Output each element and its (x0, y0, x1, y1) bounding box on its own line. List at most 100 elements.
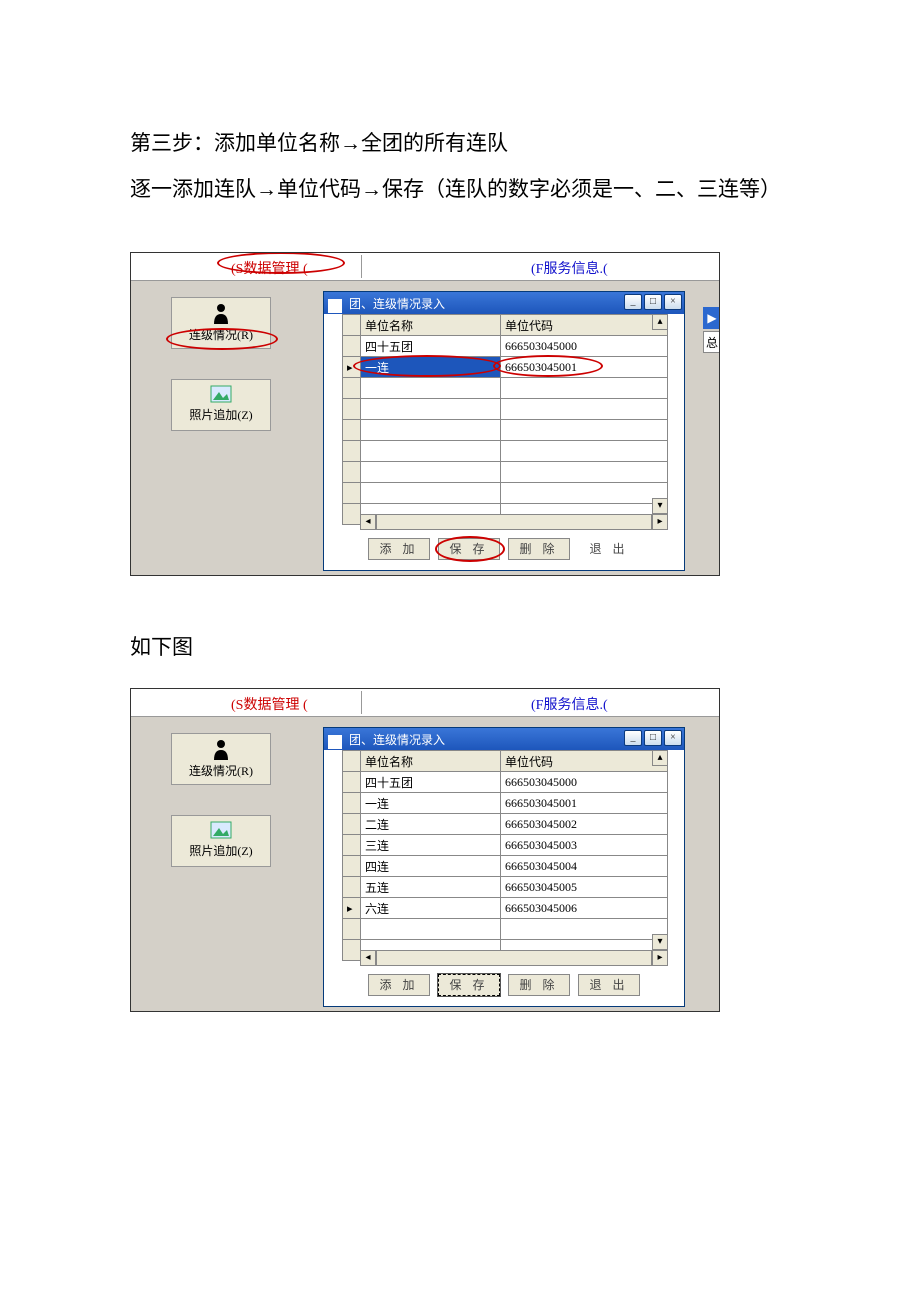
hscroll-track[interactable] (376, 950, 652, 966)
minimize-button[interactable]: _ (624, 294, 642, 310)
sidebar-btn-photo-add[interactable]: 照片追加(Z) (171, 815, 271, 867)
table-row[interactable] (343, 462, 668, 483)
sidebar-btn-label: 照片追加(Z) (189, 844, 252, 858)
cell-code[interactable]: 666503045000 (501, 772, 668, 793)
data-grid[interactable]: 单位名称 单位代码 四十五团 666503045000 ▸ 一连 (342, 314, 668, 530)
table-row[interactable]: ▸六连666503045006 (343, 898, 668, 919)
cell-name[interactable]: 一连 (361, 793, 501, 814)
window-titlebar[interactable]: 团、连级情况录入 _ □ × (324, 728, 684, 750)
table-row[interactable]: 二连666503045002 (343, 814, 668, 835)
table-row[interactable] (343, 399, 668, 420)
close-button[interactable]: × (664, 294, 682, 310)
add-button[interactable]: 添 加 (368, 974, 430, 996)
person-icon (211, 302, 231, 324)
sidebar-btn-label: 连级情况(R) (189, 764, 253, 778)
delete-button[interactable]: 删 除 (508, 974, 570, 996)
cell-code[interactable]: 666503045001 (501, 357, 668, 378)
close-button[interactable]: × (664, 730, 682, 746)
cell-name[interactable]: 三连 (361, 835, 501, 856)
cell-name[interactable]: 四十五团 (361, 336, 501, 357)
table-row[interactable]: 四十五团666503045000 (343, 772, 668, 793)
cell-code[interactable]: 666503045006 (501, 898, 668, 919)
menu-data-mgmt[interactable]: (S数据管理 ( (231, 694, 308, 714)
cell-name[interactable]: 四连 (361, 856, 501, 877)
label-below: 如下图 (130, 626, 790, 668)
maximize-button[interactable]: □ (644, 730, 662, 746)
photo-icon (209, 384, 233, 404)
cell-code[interactable]: 666503045005 (501, 877, 668, 898)
table-row[interactable]: ▸ 一连 666503045001 (343, 357, 668, 378)
scroll-up-button[interactable]: ▴ (652, 314, 668, 330)
scroll-left-button[interactable]: ◂ (360, 514, 376, 530)
content-area: 连级情况(R) 照片追加(Z) ▶ 总 团、连级情况录入 _ □ × (131, 281, 719, 575)
child-window: 团、连级情况录入 _ □ × 单位名称 单位代码 四十五团 (323, 291, 685, 571)
sidebar-btn-company-status[interactable]: 连级情况(R) (171, 297, 271, 349)
maximize-button[interactable]: □ (644, 294, 662, 310)
exit-button[interactable]: 退 出 (578, 539, 640, 561)
photo-icon (209, 820, 233, 840)
table-row[interactable]: 五连666503045005 (343, 877, 668, 898)
window-controls: _ □ × (624, 294, 682, 310)
child-window: 团、连级情况录入 _ □ × 单位名称 单位代码 四十五团66650304500… (323, 727, 685, 1007)
data-grid[interactable]: 单位名称 单位代码 四十五团666503045000 一连66650304500… (342, 750, 668, 966)
window-titlebar[interactable]: 团、连级情况录入 _ □ × (324, 292, 684, 314)
table-row[interactable] (343, 441, 668, 462)
menu-bar: (S数据管理 ( (F服务信息.( (131, 253, 719, 281)
indicator-header (343, 315, 361, 336)
cell-code[interactable]: 666503045003 (501, 835, 668, 856)
window-title: 团、连级情况录入 (349, 297, 445, 311)
indicator-header (343, 751, 361, 772)
side-tab-label[interactable]: 总 (703, 331, 720, 353)
cell-name[interactable]: 五连 (361, 877, 501, 898)
sidebar-btn-photo-add[interactable]: 照片追加(Z) (171, 379, 271, 431)
scroll-right-button[interactable]: ▸ (652, 950, 668, 966)
grid-table: 单位名称 单位代码 四十五团 666503045000 ▸ 一连 (342, 314, 668, 525)
cell-code[interactable]: 666503045001 (501, 793, 668, 814)
col-name-header[interactable]: 单位名称 (361, 315, 501, 336)
content-area: 连级情况(R) 照片追加(Z) 团、连级情况录入 _ □ × (131, 717, 719, 1011)
menu-service-info[interactable]: (F服务信息.( (531, 258, 608, 278)
scroll-right-button[interactable]: ▸ (652, 514, 668, 530)
cell-name[interactable]: 四十五团 (361, 772, 501, 793)
table-row[interactable] (343, 420, 668, 441)
side-tab-icon[interactable]: ▶ (703, 307, 720, 329)
table-row[interactable] (343, 919, 668, 940)
menu-service-info[interactable]: (F服务信息.( (531, 694, 608, 714)
save-button[interactable]: 保 存 (438, 538, 500, 560)
col-code-header[interactable]: 单位代码 (501, 315, 668, 336)
cell-name[interactable]: 六连 (361, 898, 501, 919)
minimize-button[interactable]: _ (624, 730, 642, 746)
scroll-down-button[interactable]: ▾ (652, 498, 668, 514)
window-icon (328, 735, 342, 749)
cell-name[interactable]: 二连 (361, 814, 501, 835)
table-row[interactable]: 四连666503045004 (343, 856, 668, 877)
menu-data-mgmt[interactable]: (S数据管理 ( (231, 258, 308, 278)
window-controls: _ □ × (624, 730, 682, 746)
grid-table: 单位名称 单位代码 四十五团666503045000 一连66650304500… (342, 750, 668, 961)
hscroll-track[interactable] (376, 514, 652, 530)
col-code-header[interactable]: 单位代码 (501, 751, 668, 772)
sidebar-btn-company-status[interactable]: 连级情况(R) (171, 733, 271, 785)
scroll-left-button[interactable]: ◂ (360, 950, 376, 966)
window-footer: 添 加 保 存 删 除 退 出 (324, 974, 684, 1000)
col-name-header[interactable]: 单位名称 (361, 751, 501, 772)
save-button[interactable]: 保 存 (438, 974, 500, 996)
table-row[interactable]: 四十五团 666503045000 (343, 336, 668, 357)
sidebar-btn-label: 照片追加(Z) (189, 408, 252, 422)
cell-code[interactable]: 666503045004 (501, 856, 668, 877)
cell-code[interactable]: 666503045000 (501, 336, 668, 357)
scroll-up-button[interactable]: ▴ (652, 750, 668, 766)
table-row[interactable] (343, 483, 668, 504)
scroll-down-button[interactable]: ▾ (652, 934, 668, 950)
table-row[interactable]: 三连666503045003 (343, 835, 668, 856)
delete-button[interactable]: 删 除 (508, 538, 570, 560)
add-button[interactable]: 添 加 (368, 538, 430, 560)
exit-button[interactable]: 退 出 (578, 974, 640, 996)
window-icon (328, 299, 342, 313)
table-row[interactable] (343, 378, 668, 399)
paragraph-2: 逐一添加连队→单位代码→保存（连队的数字必须是一、二、三连等） (130, 166, 790, 212)
cell-name[interactable]: 一连 (361, 357, 501, 378)
cell-code[interactable]: 666503045002 (501, 814, 668, 835)
window-footer: 添 加 保 存 删 除 退 出 (324, 538, 684, 564)
table-row[interactable]: 一连666503045001 (343, 793, 668, 814)
